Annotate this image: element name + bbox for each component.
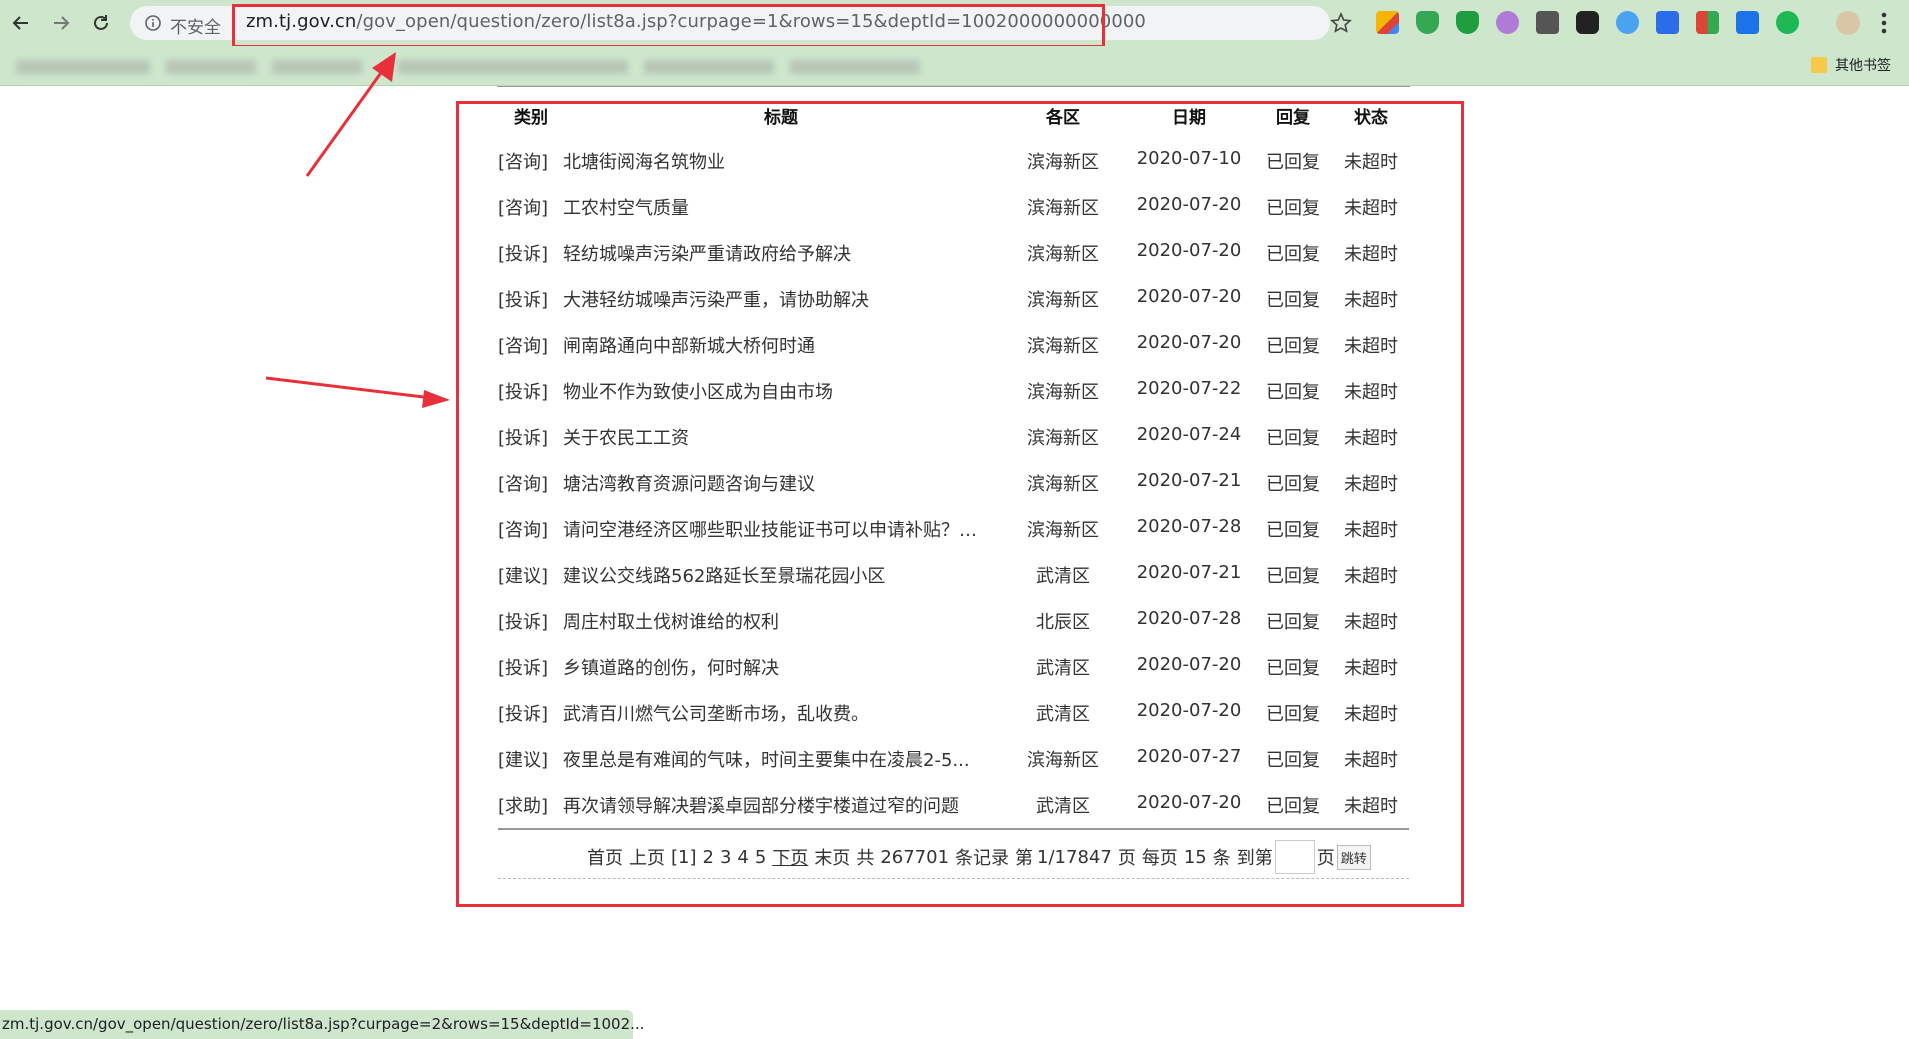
forward-button[interactable] [46, 8, 76, 38]
url-highlight-box [232, 4, 1105, 48]
extension-check-icon[interactable] [1776, 11, 1799, 34]
extension-1-icon[interactable] [1376, 11, 1399, 34]
folder-icon [1811, 57, 1827, 73]
insecure-label[interactable]: 不安全 [170, 13, 221, 38]
bookmark-star-icon[interactable] [1330, 12, 1352, 34]
adblock-shield-icon[interactable] [1456, 11, 1479, 34]
shield-icon[interactable] [1416, 11, 1439, 34]
bookmark-item-blurred[interactable] [644, 60, 774, 74]
extension-grid-icon[interactable] [1736, 11, 1759, 34]
list-highlight-box [456, 101, 1464, 907]
reload-button[interactable] [86, 8, 116, 38]
info-icon[interactable] [144, 14, 162, 32]
top-divider [497, 86, 1410, 87]
extension-google-icon[interactable] [1696, 11, 1719, 34]
extension-chart-icon[interactable] [1536, 11, 1559, 34]
bookmark-item-blurred[interactable] [272, 60, 362, 74]
status-bar: zm.tj.gov.cn/gov_open/question/zero/list… [0, 1010, 644, 1039]
browser-toolbar: 不安全 zm.tj.gov.cn/gov_open/question/zero/… [0, 0, 1909, 48]
extension-owl-icon[interactable] [1496, 11, 1519, 34]
other-bookmarks[interactable]: 其他书签 [1835, 55, 1891, 75]
reload-icon [94, 15, 108, 30]
bookmarks-bar: 其他书签 [0, 46, 1909, 86]
bookmark-item-blurred[interactable] [16, 60, 150, 74]
bookmark-item-blurred[interactable] [790, 60, 920, 74]
bookmark-item-blurred[interactable] [166, 60, 256, 74]
extension-v-icon[interactable] [1656, 11, 1679, 34]
back-button[interactable] [6, 8, 36, 38]
extension-icons [1376, 11, 1799, 34]
bookmark-item-blurred[interactable] [398, 60, 628, 74]
extension-dark-icon[interactable] [1576, 11, 1599, 34]
profile-avatar[interactable] [1836, 11, 1860, 35]
more-vert-icon[interactable] [1880, 10, 1888, 36]
arrow-right-icon [54, 16, 70, 30]
extension-blue-icon[interactable] [1616, 11, 1639, 34]
arrow-left-icon [12, 16, 28, 30]
